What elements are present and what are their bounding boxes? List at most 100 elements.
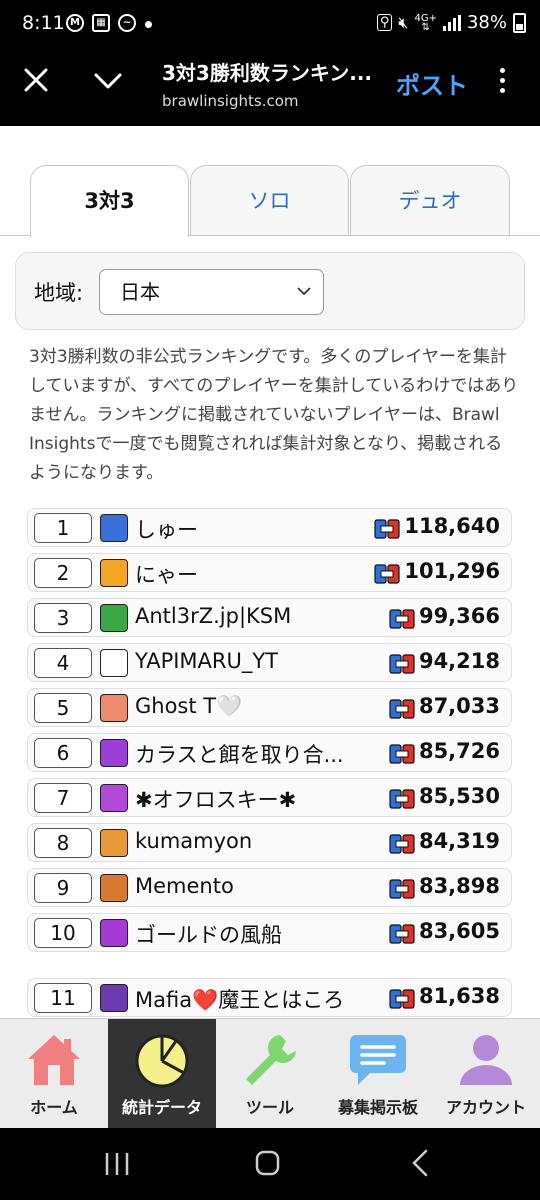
rank-number: 2 — [34, 558, 92, 588]
versus-icon — [389, 834, 415, 854]
ranking-row[interactable]: 2 にゃー 101,296 — [27, 553, 512, 592]
ranking-row[interactable]: 8 kumamyon 84,319 — [27, 823, 512, 862]
ranking-row[interactable]: 5 Ghost T🤍 87,033 — [27, 688, 512, 727]
player-name: Memento — [135, 874, 234, 898]
win-count: 83,605 — [418, 919, 500, 943]
network-type: 4G+ ⇅ — [414, 12, 437, 33]
rank-number: 3 — [34, 603, 92, 633]
browser-app-bar: 3対3勝利数ランキン... brawlinsights.com ポスト — [0, 48, 540, 126]
ranking-row[interactable]: 11 Mafia❤️魔王とはころ 81,638 — [27, 978, 512, 1017]
notification-icon: M — [66, 14, 84, 32]
recent-apps-icon[interactable] — [104, 1152, 130, 1176]
player-avatar-icon — [100, 649, 128, 677]
pie-chart-icon — [135, 1034, 189, 1088]
tab-3v3[interactable]: 3対3 — [30, 165, 189, 237]
rank-number: 1 — [34, 513, 92, 543]
win-count: 101,296 — [404, 559, 500, 583]
player-name: ゴールドの風船 — [135, 923, 282, 947]
player-name: Antl3rZ.jp|KSM — [135, 604, 292, 628]
ranking-row[interactable]: 10 ゴールドの風船 83,605 — [27, 913, 512, 952]
battery-percent: 38% — [466, 12, 507, 33]
nav-home-label: ホーム — [30, 1098, 78, 1117]
region-select[interactable]: 日本 — [99, 269, 324, 315]
system-navigation-bar — [0, 1128, 540, 1200]
player-name: Mafia❤️魔王とはころ — [135, 988, 345, 1012]
wrench-icon — [246, 1035, 296, 1085]
more-options-icon[interactable] — [497, 68, 507, 98]
win-count: 99,366 — [418, 604, 500, 628]
user-icon — [460, 1035, 512, 1085]
nav-stats-label: 統計データ — [121, 1098, 202, 1117]
player-name: カラスと餌を取り合... — [135, 743, 344, 767]
versus-icon — [374, 564, 400, 584]
ranking-row[interactable]: 1 しゅー 118,640 — [27, 508, 512, 547]
rank-number: 6 — [34, 738, 92, 768]
post-button[interactable]: ポスト — [396, 66, 468, 101]
win-count: 118,640 — [404, 514, 500, 538]
player-avatar-icon — [100, 694, 128, 722]
rank-number: 7 — [34, 783, 92, 813]
rank-number: 9 — [34, 873, 92, 903]
close-icon[interactable] — [22, 66, 50, 94]
player-name: しゅー — [135, 518, 198, 542]
tab-duo[interactable]: デュオ — [350, 165, 510, 236]
player-avatar-icon — [100, 604, 128, 632]
player-avatar-icon — [100, 559, 128, 587]
player-name: YAPIMARU_YT — [135, 649, 279, 673]
win-count: 85,530 — [418, 784, 500, 808]
win-count: 83,898 — [418, 874, 500, 898]
rank-number: 5 — [34, 693, 92, 723]
rank-number: 10 — [34, 918, 92, 948]
player-avatar-icon — [100, 514, 128, 542]
nav-account[interactable]: アカウント — [432, 1019, 540, 1129]
mute-icon: 🔇︎ — [398, 12, 409, 32]
ranking-row[interactable]: 4 YAPIMARU_YT 94,218 — [27, 643, 512, 682]
player-avatar-icon — [100, 739, 128, 767]
versus-icon — [389, 924, 415, 944]
ranking-description: 3対3勝利数の非公式ランキングです。多くのプレイヤーを集計していますが、すべての… — [29, 347, 519, 483]
ranking-row[interactable]: 7 ✱オフロスキー✱ 85,530 — [27, 778, 512, 817]
status-time: 8:11 — [22, 12, 65, 34]
nav-tools[interactable]: ツール — [216, 1019, 324, 1129]
versus-icon — [389, 789, 415, 809]
nav-stats[interactable]: 統計データ — [108, 1019, 216, 1129]
win-count: 85,726 — [418, 739, 500, 763]
player-avatar-icon — [100, 874, 128, 902]
sim-icon: ⚲ — [376, 14, 393, 31]
tab-solo[interactable]: ソロ — [190, 165, 349, 236]
battery-icon — [513, 12, 526, 33]
player-name: Ghost T🤍 — [135, 694, 243, 718]
versus-icon — [389, 744, 415, 764]
back-icon[interactable] — [410, 1149, 430, 1177]
region-label: 地域: — [34, 281, 84, 305]
ranking-row[interactable]: 6 カラスと餌を取り合... 85,726 — [27, 733, 512, 772]
rank-number: 4 — [34, 648, 92, 678]
signal-icon — [442, 14, 461, 31]
nav-board[interactable]: 募集掲示板 — [324, 1019, 432, 1129]
bottom-navigation: ホーム 統計データ ツール 募集掲示板 アカウント — [0, 1018, 540, 1129]
player-name: にゃー — [135, 563, 198, 587]
versus-icon — [389, 989, 415, 1009]
page-title: 3対3勝利数ランキン... — [162, 61, 373, 85]
chevron-down-icon[interactable] — [92, 70, 124, 92]
win-count: 84,319 — [418, 829, 500, 853]
region-selected-value: 日本 — [120, 280, 160, 304]
region-filter: 地域: 日本 — [15, 252, 525, 330]
versus-icon — [389, 654, 415, 674]
nav-board-label: 募集掲示板 — [337, 1098, 418, 1117]
nav-account-label: アカウント — [445, 1098, 526, 1117]
player-avatar-icon — [100, 784, 128, 812]
activity-icon: ~ — [118, 14, 136, 32]
ranking-row[interactable]: 9 Memento 83,898 — [27, 868, 512, 907]
player-avatar-icon — [100, 919, 128, 947]
chevron-down-icon — [297, 287, 311, 296]
versus-icon — [389, 699, 415, 719]
nav-home[interactable]: ホーム — [0, 1019, 108, 1129]
versus-icon — [389, 879, 415, 899]
home-button-icon[interactable] — [255, 1149, 281, 1177]
player-name: kumamyon — [135, 829, 253, 853]
player-avatar-icon — [100, 984, 128, 1012]
ranking-row[interactable]: 3 Antl3rZ.jp|KSM 99,366 — [27, 598, 512, 637]
win-count: 81,638 — [418, 984, 500, 1008]
player-name: ✱オフロスキー✱ — [135, 788, 297, 812]
